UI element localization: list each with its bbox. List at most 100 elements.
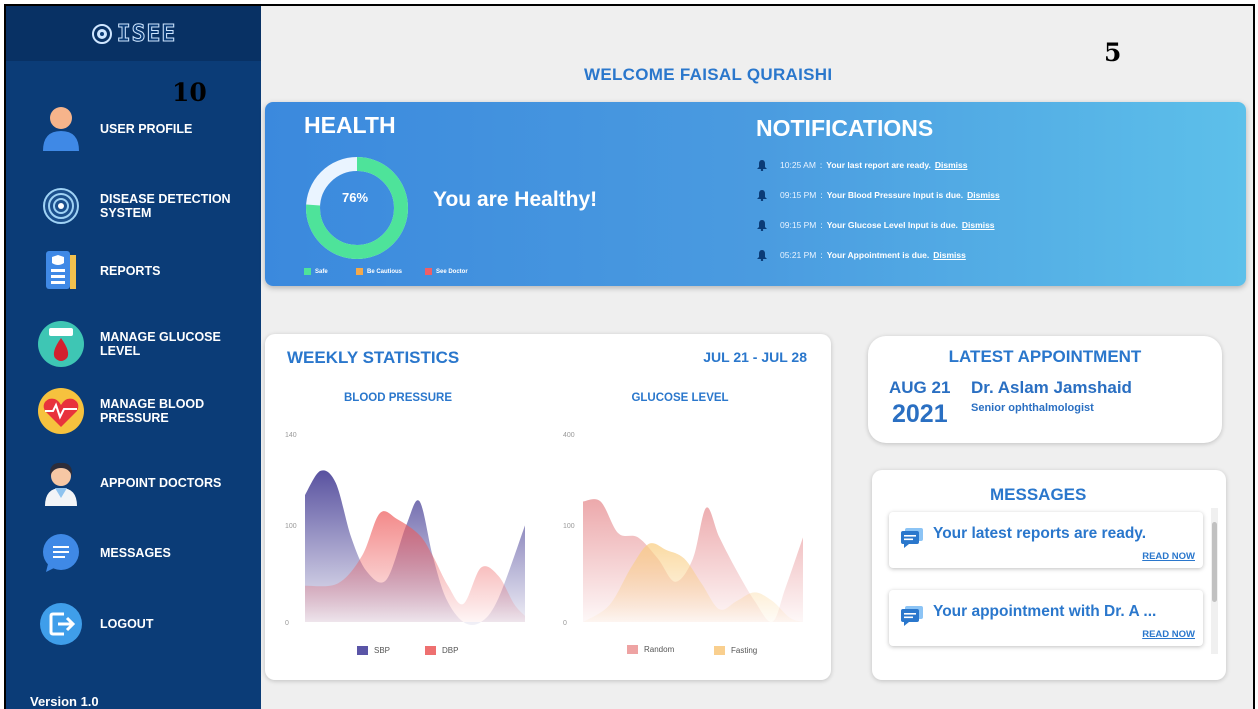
health-title: HEALTH — [304, 112, 396, 138]
y-tick-label: 100 — [285, 523, 297, 530]
legend-safe: Safe — [304, 268, 328, 275]
dismiss-link[interactable]: Dismiss — [967, 190, 1000, 200]
sidebar-item-appoint-doctors[interactable]: APPOINT DOCTORS — [36, 458, 250, 508]
health-status: You are Healthy! — [433, 188, 598, 211]
appointment-specialty: Senior ophthalmologist — [971, 402, 1094, 414]
chat-icon — [901, 528, 923, 548]
legend-swatch — [357, 646, 368, 655]
separator: : — [820, 220, 823, 230]
notification-time: 09:15 PM — [780, 190, 817, 200]
health-panel: HEALTH 76% You are Healthy! Safe Be Caut… — [265, 102, 1246, 286]
separator: : — [820, 250, 823, 260]
health-score: 76% — [341, 190, 369, 205]
sidebar-item-label: MANAGE BLOOD PRESSURE — [100, 397, 205, 425]
message-item[interactable]: Your appointment with Dr. A ... READ NOW — [889, 590, 1203, 646]
logo-icon — [91, 23, 112, 44]
bell-icon — [757, 220, 767, 231]
legend-swatch — [356, 268, 363, 275]
legend-swatch — [425, 268, 432, 275]
sidebar-item-user-profile[interactable]: USER PROFILE — [36, 104, 250, 154]
legend-label: Safe — [315, 268, 328, 275]
logout-icon — [36, 599, 86, 649]
y-tick-label: 0 — [563, 620, 567, 627]
message-item[interactable]: Your latest reports are ready. READ NOW — [889, 512, 1203, 568]
legend-swatch — [304, 268, 311, 275]
read-now-link[interactable]: READ NOW — [1142, 629, 1195, 640]
legend-label: Random — [644, 645, 675, 654]
messages-card: MESSAGES Your latest reports are ready. … — [872, 470, 1226, 680]
notification-message: Your Appointment is due. — [826, 250, 930, 260]
appointment-title: LATEST APPOINTMENT — [948, 347, 1142, 366]
weekly-title: WEEKLY STATISTICS — [287, 348, 460, 367]
notification-message: Your Blood Pressure Input is due. — [826, 190, 964, 200]
annotation-10: 10 — [172, 78, 207, 107]
separator: : — [820, 190, 823, 200]
notification-time: 05:21 PM — [780, 250, 817, 260]
legend-label: See Doctor — [436, 268, 468, 275]
chart-title: BLOOD PRESSURE — [344, 392, 452, 404]
notification-message: Your Glucose Level Input is due. — [826, 220, 958, 230]
sidebar-item-label: APPOINT DOCTORS — [100, 476, 222, 490]
legend-dbp: DBP — [425, 646, 458, 655]
radar-icon — [36, 181, 86, 231]
bell-icon — [757, 250, 767, 261]
read-now-link[interactable]: READ NOW — [1142, 551, 1195, 562]
legend-swatch — [714, 646, 725, 655]
blood-drop-icon — [36, 319, 86, 369]
sidebar-item-label: MANAGE GLUCOSE LEVEL — [100, 330, 221, 358]
legend-label: Fasting — [731, 646, 758, 655]
sidebar-item-logout[interactable]: LOGOUT — [36, 599, 250, 649]
notification-message: Your last report are ready. — [826, 160, 931, 170]
sidebar-item-label: USER PROFILE — [100, 122, 193, 136]
health-donut — [306, 157, 408, 259]
sidebar-item-messages[interactable]: MESSAGES — [36, 528, 250, 578]
separator: : — [819, 160, 823, 170]
sidebar-item-label: MESSAGES — [100, 546, 171, 560]
version-label: Version 1.0 — [30, 694, 99, 709]
blood-pressure-chart: 140 100 0 — [285, 432, 525, 627]
legend-label: DBP — [442, 646, 459, 655]
sidebar-item-label: LOGOUT — [100, 617, 154, 631]
y-tick-label: 0 — [285, 620, 289, 627]
messages-scrollbar[interactable] — [1211, 508, 1218, 654]
user-icon — [36, 104, 86, 154]
bell-icon — [757, 160, 767, 171]
chart-title: GLUCOSE LEVEL — [631, 392, 729, 404]
latest-appointment-card[interactable]: LATEST APPOINTMENT AUG 21 2021 Dr. Aslam… — [868, 336, 1222, 443]
notification-item: 09:15 PM: Your Blood Pressure Input is d… — [756, 189, 1000, 201]
clipboard-icon — [36, 246, 86, 296]
sidebar-item-reports[interactable]: REPORTS — [36, 246, 250, 296]
legend-be-cautious: Be Cautious — [356, 268, 402, 275]
sidebar-item-label: DISEASE DETECTION SYSTEM — [100, 192, 231, 220]
scrollbar-thumb[interactable] — [1212, 522, 1217, 602]
notification-time: 09:15 PM — [780, 220, 817, 230]
logo[interactable]: ISEE — [6, 6, 261, 61]
dismiss-link[interactable]: Dismiss — [962, 220, 995, 230]
legend-swatch — [425, 646, 436, 655]
weekly-statistics-card: WEEKLY STATISTICS JUL 21 - JUL 28 BLOOD … — [265, 334, 831, 680]
notification-item: 09:15 PM: Your Glucose Level Input is du… — [756, 219, 995, 231]
sidebar-item-disease-detection[interactable]: DISEASE DETECTION SYSTEM — [36, 181, 250, 231]
legend-swatch — [627, 645, 638, 654]
legend-sbp: SBP — [357, 646, 390, 655]
legend-see-doctor: See Doctor — [425, 268, 468, 275]
chat-icon — [36, 528, 86, 578]
weekly-range: JUL 21 - JUL 28 — [703, 349, 807, 365]
bell-icon — [757, 190, 767, 201]
legend-random: Random — [627, 645, 674, 654]
sidebar-item-manage-blood-pressure[interactable]: MANAGE BLOOD PRESSURE — [36, 386, 250, 436]
app-window: ISEE USER PROFILE DISEASE DETECTION SYST… — [4, 4, 1255, 709]
sidebar-item-manage-glucose[interactable]: MANAGE GLUCOSE LEVEL — [36, 319, 250, 369]
glucose-level-chart: 400 100 0 — [563, 432, 803, 627]
dismiss-link[interactable]: Dismiss — [933, 250, 966, 260]
notifications-title: NOTIFICATIONS — [756, 115, 934, 141]
legend-label: SBP — [374, 646, 391, 655]
legend-label: Be Cautious — [367, 268, 403, 275]
sidebar-item-label: REPORTS — [100, 264, 161, 278]
notification-time: 10:25 AM — [780, 160, 816, 170]
y-tick-label: 140 — [285, 432, 297, 439]
y-tick-label: 400 — [563, 432, 575, 439]
appointment-year: 2021 — [892, 400, 948, 428]
sidebar: ISEE USER PROFILE DISEASE DETECTION SYST… — [6, 6, 261, 709]
dismiss-link[interactable]: Dismiss — [935, 160, 968, 170]
